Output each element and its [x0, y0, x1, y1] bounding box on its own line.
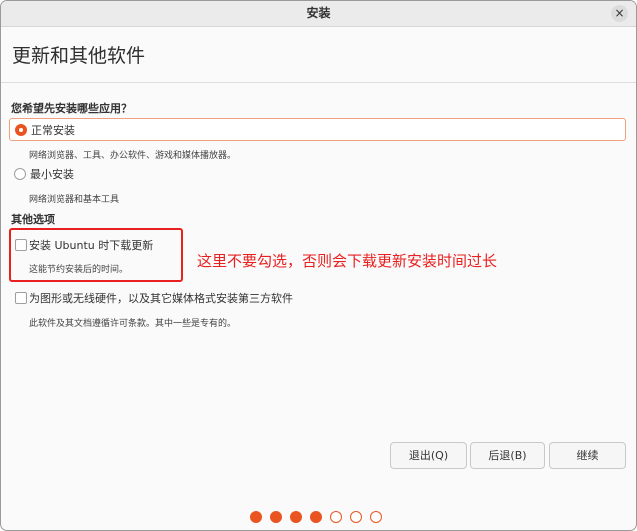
- minimal-install-label[interactable]: 最小安装: [30, 166, 74, 182]
- window-title: 安装: [306, 6, 331, 20]
- other-options-title: 其他选项: [11, 213, 55, 226]
- quit-button[interactable]: 退出(Q): [390, 442, 467, 469]
- third-party-checkbox[interactable]: [15, 292, 27, 304]
- install-type-question: 您希望先安装哪些应用？: [11, 102, 132, 115]
- installer-window: 安装 × 更新和其他软件 您希望先安装哪些应用？ 正常安装 网络浏览器、工具、办…: [0, 0, 637, 531]
- title-bar: 安装 ×: [1, 1, 636, 27]
- progress-dot: [370, 511, 382, 523]
- normal-install-option[interactable]: 正常安装: [9, 118, 626, 141]
- continue-button[interactable]: 继续: [549, 442, 626, 469]
- normal-install-label: 正常安装: [31, 124, 75, 137]
- close-button[interactable]: ×: [611, 5, 628, 22]
- progress-dot: [270, 511, 282, 523]
- progress-dot: [350, 511, 362, 523]
- progress-dot: [330, 511, 342, 523]
- progress-dot: [290, 511, 302, 523]
- minimal-install-radio[interactable]: [14, 168, 26, 180]
- close-icon: ×: [614, 6, 625, 20]
- header-divider: [1, 82, 636, 83]
- back-button[interactable]: 后退(B): [470, 442, 545, 469]
- minimal-install-description: 网络浏览器和基本工具: [29, 195, 120, 205]
- third-party-label[interactable]: 为图形或无线硬件，以及其它媒体格式安装第三方软件: [29, 290, 293, 306]
- page-title: 更新和其他软件: [12, 45, 146, 67]
- normal-install-description: 网络浏览器、工具、办公软件、游戏和媒体播放器。: [29, 151, 237, 161]
- annotation-text: 这里不要勾选，否则会下载更新安装时间过长: [197, 252, 498, 270]
- progress-dot: [250, 511, 262, 523]
- normal-install-radio[interactable]: [15, 124, 27, 136]
- third-party-description: 此软件及其文档遵循许可条款。其中一些是专有的。: [29, 319, 237, 329]
- annotation-highlight-box: [9, 228, 183, 282]
- progress-dot: [310, 511, 322, 523]
